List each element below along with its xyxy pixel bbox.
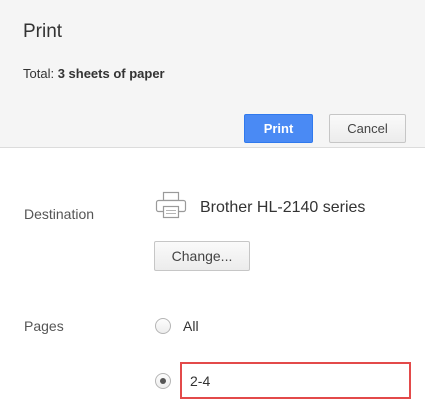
print-header: Print Total: 3 sheets of paper Print Can… [0, 0, 425, 148]
pages-all-label: All [183, 318, 199, 334]
pages-custom-radio[interactable] [155, 373, 171, 389]
dialog-title: Print [23, 21, 63, 42]
total-value: 3 sheets of paper [57, 66, 165, 81]
print-button[interactable]: Print [244, 114, 313, 143]
total-prefix: Total: [23, 66, 58, 81]
printer-name: Brother HL-2140 series [200, 199, 366, 216]
destination-label: Destination [24, 206, 95, 222]
cancel-button[interactable]: Cancel [329, 114, 406, 143]
total-sheets: Total: 3 sheets of paper [23, 66, 165, 81]
pages-all-radio[interactable] [155, 318, 171, 334]
pages-range-input[interactable] [180, 362, 411, 399]
pages-label: Pages [24, 318, 64, 334]
printer-icon [155, 191, 187, 219]
change-destination-button[interactable]: Change... [154, 241, 250, 271]
